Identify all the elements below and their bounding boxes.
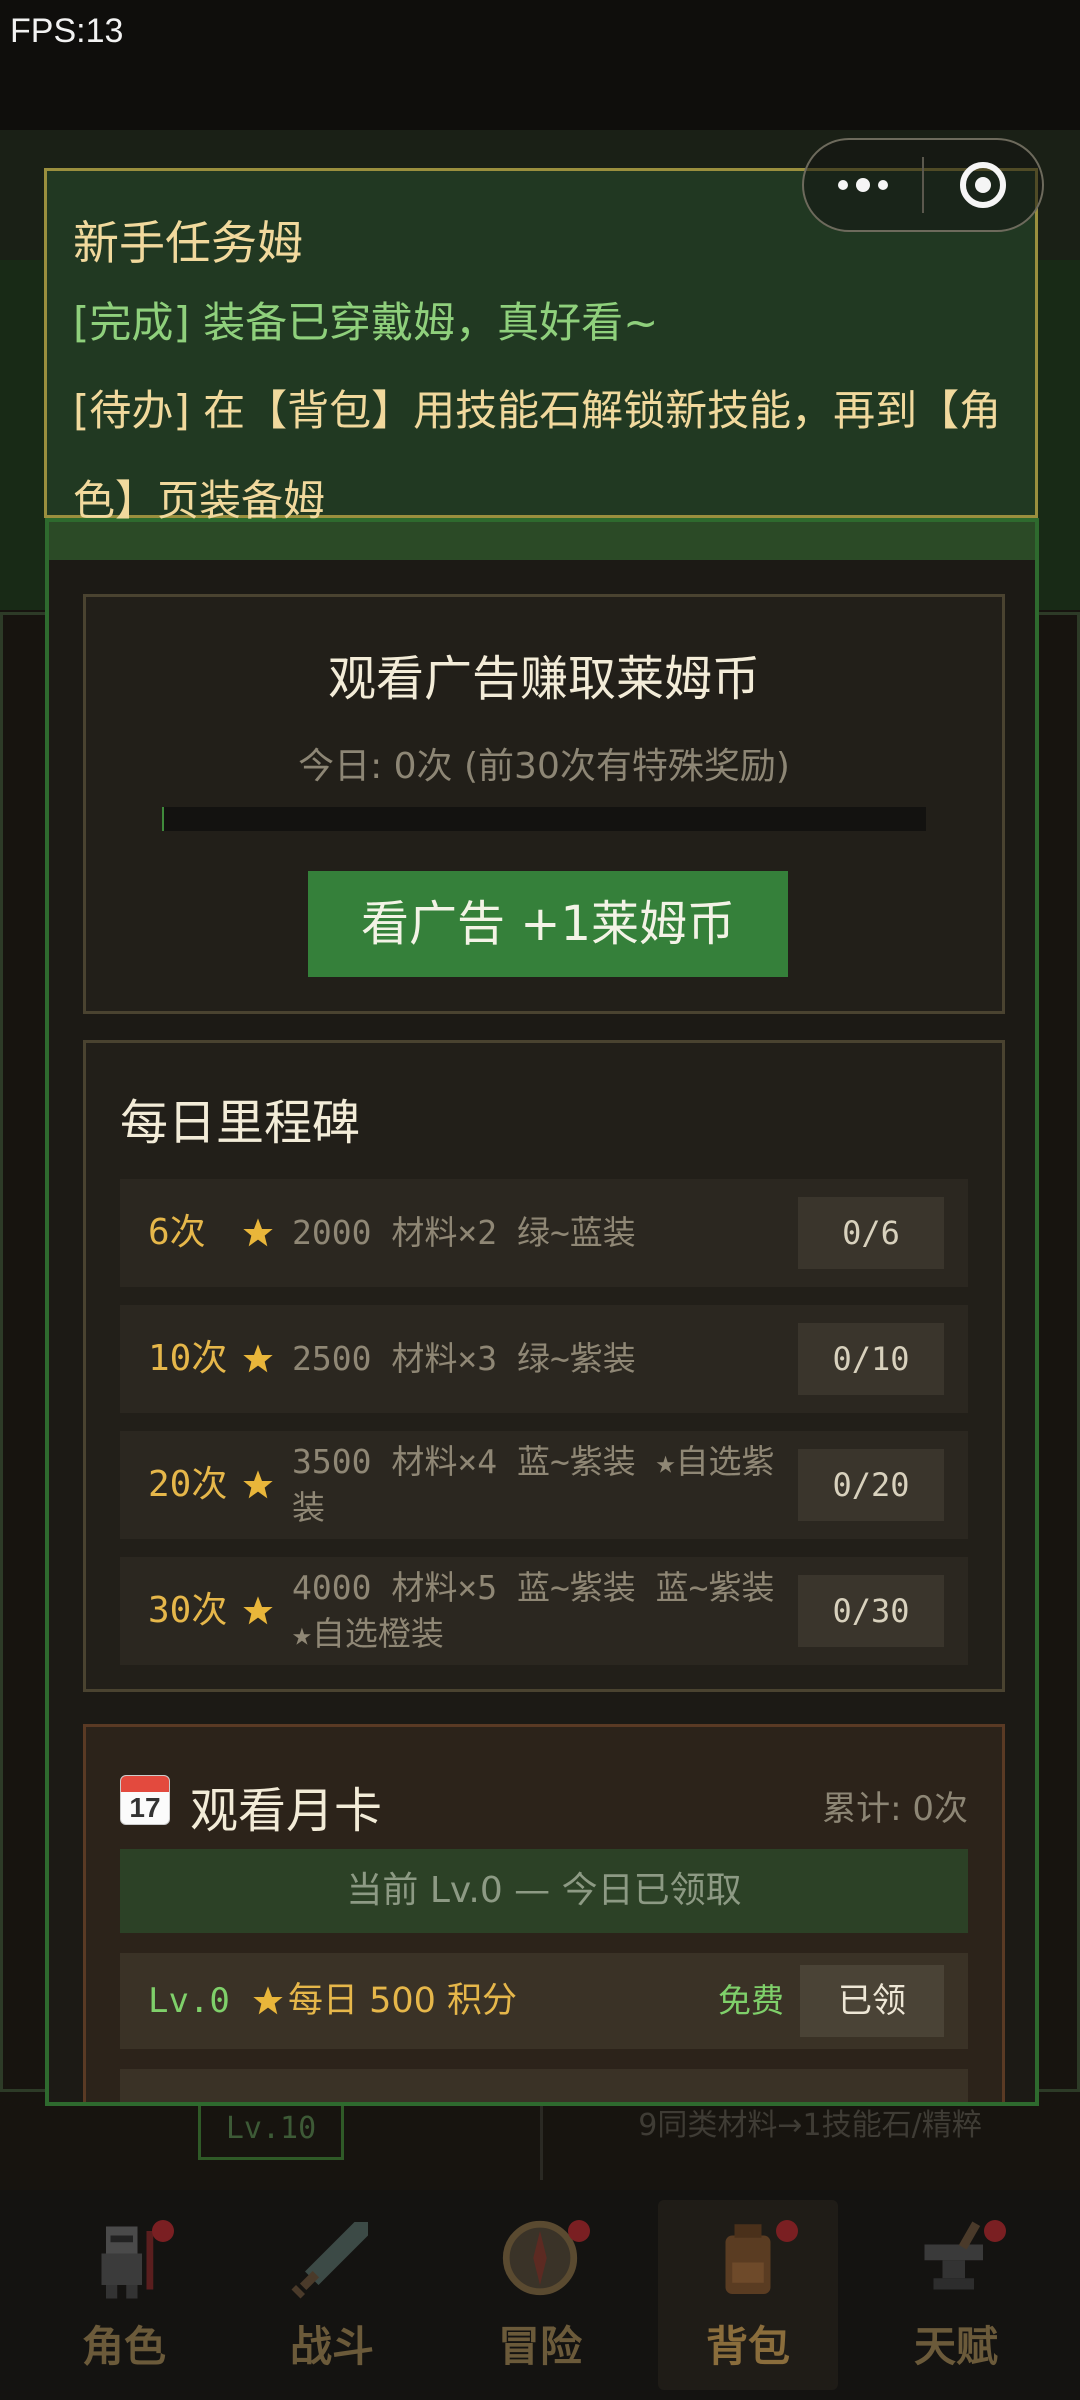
milestone-row: 10次 2500 材料×3 绿~紫装 0/10 [120,1305,968,1413]
calendar-month [121,1776,169,1792]
monthly-card-title: 观看月卡 [190,1783,383,1839]
monthly-card-section: 17 观看月卡 累计: 0次 当前 Lv.0 — 今日已领取 Lv.0 每日 5… [83,1724,1005,2102]
milestone-row: 20次 3500 材料×4 蓝~紫装 ★自选紫装 0/20 [120,1431,968,1539]
milestone-reward: 2500 材料×3 绿~紫装 [292,1339,636,1378]
badge-dot [152,2220,174,2242]
bottom-nav: 角色 战斗 冒险 背包 天赋 [0,2190,1080,2400]
monthly-price: 免费 [718,1981,784,2020]
milestone-times: 30次 [148,1590,228,1631]
nav-label: 角色 [81,2322,166,2371]
ad-subtitle: 今日: 0次 (前30次有特殊奖励) [298,746,790,787]
calendar-icon: 17 [120,1775,170,1825]
daily-milestone-card: 每日里程碑 6次 2000 材料×2 绿~蓝装 0/6 10次 2500 材料×… [83,1040,1005,1692]
more-dots-icon [838,178,888,192]
star-icon [243,1470,273,1499]
monthly-status-bar: 当前 Lv.0 — 今日已领取 [120,1849,968,1933]
nav-label: 天赋 [913,2322,998,2371]
nav-item-adventure[interactable]: 冒险 [450,2200,630,2390]
background-hint: 9同类材料→1技能石/精粹 [638,2108,982,2143]
more-button[interactable] [804,140,922,230]
star-icon [243,1596,273,1625]
nav-label: 冒险 [497,2322,582,2371]
task-todo-line: [待办] 在【背包】用技能石解锁新技能，再到【角色】页装备姆 [73,386,1002,525]
watch-ad-card: 观看广告赚取莱姆币 今日: 0次 (前30次有特殊奖励) 看广告 +1莱姆币 [83,594,1005,1014]
fps-counter: FPS:13 [10,12,124,50]
milestone-progress: 0/30 [798,1575,944,1647]
milestone-progress: 0/20 [798,1449,944,1521]
badge-dot [984,2220,1006,2242]
close-miniprogram-button[interactable] [924,140,1042,230]
star-icon [253,1986,283,2015]
milestone-times: 6次 [148,1212,206,1253]
ad-progress-bar [162,807,926,831]
milestone-reward: 2000 材料×2 绿~蓝装 [292,1213,636,1252]
monthly-level: Lv.0 [148,1981,230,2021]
badge-dot [568,2220,590,2242]
nav-item-character[interactable]: 角色 [34,2200,214,2390]
monthly-reward-row-partial [120,2069,968,2102]
target-icon [959,162,1006,208]
monthly-total-count: 累计: 0次 [822,1789,968,1829]
milestone-reward: 4000 材料×5 蓝~紫装 蓝~紫装 ★自选橙装 [292,1568,775,1653]
ad-coin-modal: 观看广告赚取莱姆币 今日: 0次 (前30次有特殊奖励) 看广告 +1莱姆币 每… [45,518,1039,2106]
nav-item-battle[interactable]: 战斗 [242,2200,422,2390]
star-icon [243,1218,273,1247]
milestone-reward: 3500 材料×4 蓝~紫装 ★自选紫装 [292,1442,775,1527]
milestone-row: 30次 4000 材料×5 蓝~紫装 蓝~紫装 ★自选橙装 0/30 [120,1557,968,1665]
nav-label: 战斗 [289,2322,374,2371]
monthly-reward: 每日 500 积分 [288,1981,518,2021]
task-done-line: [完成] 装备已穿戴姆，真好看~ [73,298,659,347]
milestone-times: 10次 [148,1338,228,1379]
nav-item-backpack[interactable]: 背包 [658,2200,838,2390]
claim-button[interactable]: 已领 [800,1965,944,2037]
badge-dot [776,2220,798,2242]
ad-title: 观看广告赚取莱姆币 [327,651,760,707]
milestone-progress: 0/6 [798,1197,944,1269]
calendar-day: 17 [129,1792,161,1823]
milestone-progress: 0/10 [798,1323,944,1395]
watch-ad-button[interactable]: 看广告 +1莱姆币 [308,871,788,977]
sword-icon [291,2222,368,2299]
milestone-title: 每日里程碑 [120,1095,361,1151]
milestone-times: 20次 [148,1464,228,1505]
background-level-badge: Lv.10 [198,2098,344,2160]
milestone-row: 6次 2000 材料×2 绿~蓝装 0/6 [120,1179,968,1287]
capsule-menu [802,138,1044,232]
star-icon [243,1344,273,1373]
monthly-reward-row: Lv.0 每日 500 积分 免费 已领 [120,1953,968,2049]
ad-progress-fill [162,807,165,831]
nav-item-talent[interactable]: 天赋 [866,2200,1046,2390]
nav-label: 背包 [705,2322,790,2371]
